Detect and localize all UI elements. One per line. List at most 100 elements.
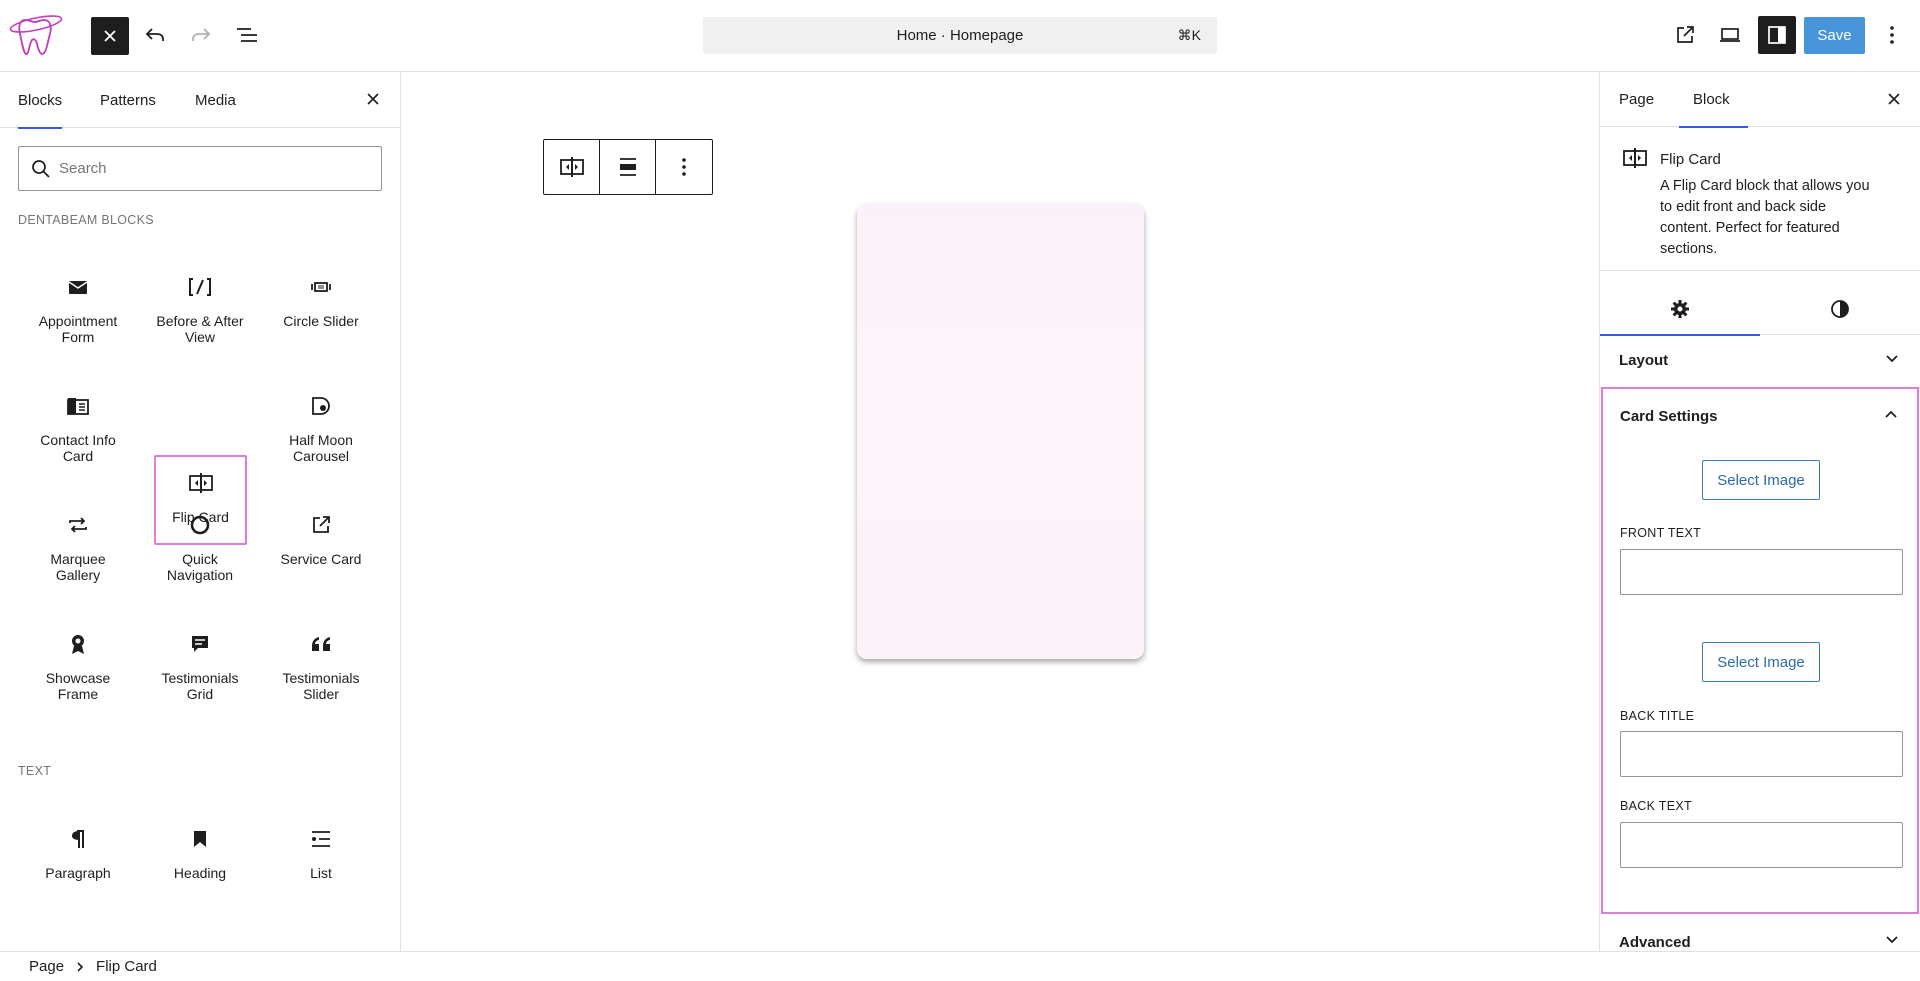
flip-icon: [559, 157, 584, 177]
search-input[interactable]: [59, 148, 359, 189]
view-page-button[interactable]: [1666, 16, 1704, 54]
contact-card-icon: [66, 393, 90, 419]
sidebar-icon: [1768, 26, 1786, 44]
block-service-card[interactable]: Service Card: [275, 499, 367, 585]
block-type-button[interactable]: [544, 140, 600, 194]
flip-icon: [188, 470, 214, 496]
chevron-down-icon: [1886, 355, 1898, 363]
circle-icon: [189, 512, 211, 538]
preview-device-button[interactable]: [1711, 16, 1749, 54]
comment-icon: [189, 631, 211, 657]
quote-icon: [309, 631, 333, 657]
panel-card-settings-toggle[interactable]: Card Settings: [1603, 389, 1917, 443]
sidebar-tabs: Page Block: [1600, 72, 1920, 128]
block-options-button[interactable]: [656, 140, 712, 194]
tab-media[interactable]: Media: [195, 72, 236, 128]
block-before-after-view[interactable]: Before & After View: [154, 261, 246, 347]
tab-blocks[interactable]: Blocks: [18, 72, 63, 129]
back-title-field[interactable]: [1620, 731, 1903, 777]
block-showcase-frame[interactable]: Showcase Frame: [32, 618, 124, 704]
contrast-icon: [1831, 299, 1849, 318]
block-card-title: Flip Card: [1660, 151, 1721, 168]
document-overview-button[interactable]: [228, 16, 266, 54]
site-logo-icon[interactable]: [8, 10, 64, 58]
block-paragraph[interactable]: Paragraph: [32, 813, 124, 899]
editor-canvas[interactable]: [401, 72, 1599, 951]
tab-patterns[interactable]: Patterns: [100, 72, 156, 128]
editor-header: Home · Homepage ⌘K Save: [0, 0, 1920, 72]
settings-sidebar-toggle[interactable]: [1758, 16, 1796, 54]
repeat-icon: [67, 512, 89, 538]
panel-advanced-toggle[interactable]: Advanced: [1600, 915, 1920, 951]
breadcrumb-item-page[interactable]: Page: [29, 958, 64, 975]
chevron-up-icon: [1885, 410, 1897, 418]
front-text-field[interactable]: [1620, 549, 1903, 595]
envelope-icon: [67, 274, 89, 300]
close-icon: [1888, 93, 1900, 105]
block-inserter-panel: Blocks Patterns Media DENTABEAM BLOCKS A…: [0, 72, 401, 951]
tab-settings[interactable]: [1600, 282, 1760, 336]
block-testimonials-slider[interactable]: Testimonials Slider: [275, 618, 367, 704]
align-center-icon: [619, 158, 636, 176]
slider-icon: [310, 274, 332, 300]
back-title-input[interactable]: [1621, 732, 1902, 776]
half-moon-icon: [309, 393, 333, 419]
align-button[interactable]: [600, 140, 656, 194]
redo-button[interactable]: [182, 16, 220, 54]
card-settings-panel: Card Settings Select Image FRONT TEXT Se…: [1601, 387, 1919, 914]
flip-card-block[interactable]: [857, 204, 1144, 659]
command-shortcut: ⌘K: [1177, 27, 1201, 43]
chevron-down-icon: [1886, 936, 1898, 944]
back-text-label: BACK TEXT: [1620, 799, 1692, 813]
front-select-image-button[interactable]: Select Image: [1702, 460, 1820, 500]
back-select-image-button[interactable]: Select Image: [1702, 642, 1820, 682]
block-half-moon-carousel[interactable]: Half Moon Carousel: [275, 380, 367, 466]
before-after-icon: [187, 274, 213, 300]
undo-button[interactable]: [136, 16, 174, 54]
inspector-tabs: [1600, 282, 1920, 336]
inserter-tabs: Blocks Patterns Media: [0, 72, 400, 129]
block-breadcrumb: Page Flip Card: [0, 951, 1920, 981]
tab-styles[interactable]: [1760, 282, 1920, 335]
category-dentabeam-label: DENTABEAM BLOCKS: [18, 213, 154, 227]
list-icon: [310, 826, 332, 852]
tab-page[interactable]: Page: [1619, 72, 1654, 127]
close-icon: [367, 93, 379, 105]
chevron-right-icon: [76, 961, 84, 973]
block-search-field[interactable]: [18, 146, 382, 191]
settings-sidebar: Page Block Flip Card A Flip Card block t…: [1599, 72, 1920, 951]
block-quick-navigation[interactable]: Quick Navigation: [154, 499, 246, 585]
desktop-icon: [1720, 28, 1740, 42]
block-testimonials-grid[interactable]: Testimonials Grid: [154, 618, 246, 704]
bookmark-icon: [192, 826, 208, 852]
block-heading[interactable]: Heading: [154, 813, 246, 899]
external-link-icon: [311, 512, 331, 538]
front-text-input[interactable]: [1621, 550, 1902, 594]
breadcrumb-item-flip-card[interactable]: Flip Card: [96, 958, 157, 975]
page-title-label: Home · Homepage: [896, 27, 1024, 44]
command-palette-bar[interactable]: Home · Homepage ⌘K: [703, 17, 1217, 54]
panel-layout-toggle[interactable]: Layout: [1600, 334, 1920, 388]
gear-icon: [1671, 299, 1689, 318]
block-list[interactable]: List: [275, 813, 367, 899]
back-text-field[interactable]: [1620, 822, 1903, 868]
paragraph-icon: [69, 826, 87, 852]
category-text-label: TEXT: [18, 764, 52, 778]
redo-icon: [192, 28, 211, 41]
block-circle-slider[interactable]: Circle Slider: [275, 261, 367, 347]
more-vertical-icon: [682, 158, 686, 176]
block-appointment-form[interactable]: Appointment Form: [32, 261, 124, 347]
close-editor-button[interactable]: [91, 17, 129, 55]
undo-icon: [145, 28, 164, 41]
close-icon: [104, 30, 116, 42]
save-button[interactable]: Save: [1804, 17, 1865, 54]
block-contact-info-card[interactable]: Contact Info Card: [32, 380, 124, 466]
block-card: Flip Card A Flip Card block that allows …: [1600, 127, 1920, 271]
back-text-input[interactable]: [1621, 823, 1902, 867]
close-sidebar-button[interactable]: [1883, 88, 1905, 110]
tab-block[interactable]: Block: [1679, 72, 1748, 128]
back-title-label: BACK TITLE: [1620, 709, 1695, 723]
options-menu-button[interactable]: [1874, 16, 1910, 54]
close-inserter-button[interactable]: [362, 88, 384, 110]
block-marquee-gallery[interactable]: Marquee Gallery: [32, 499, 124, 585]
